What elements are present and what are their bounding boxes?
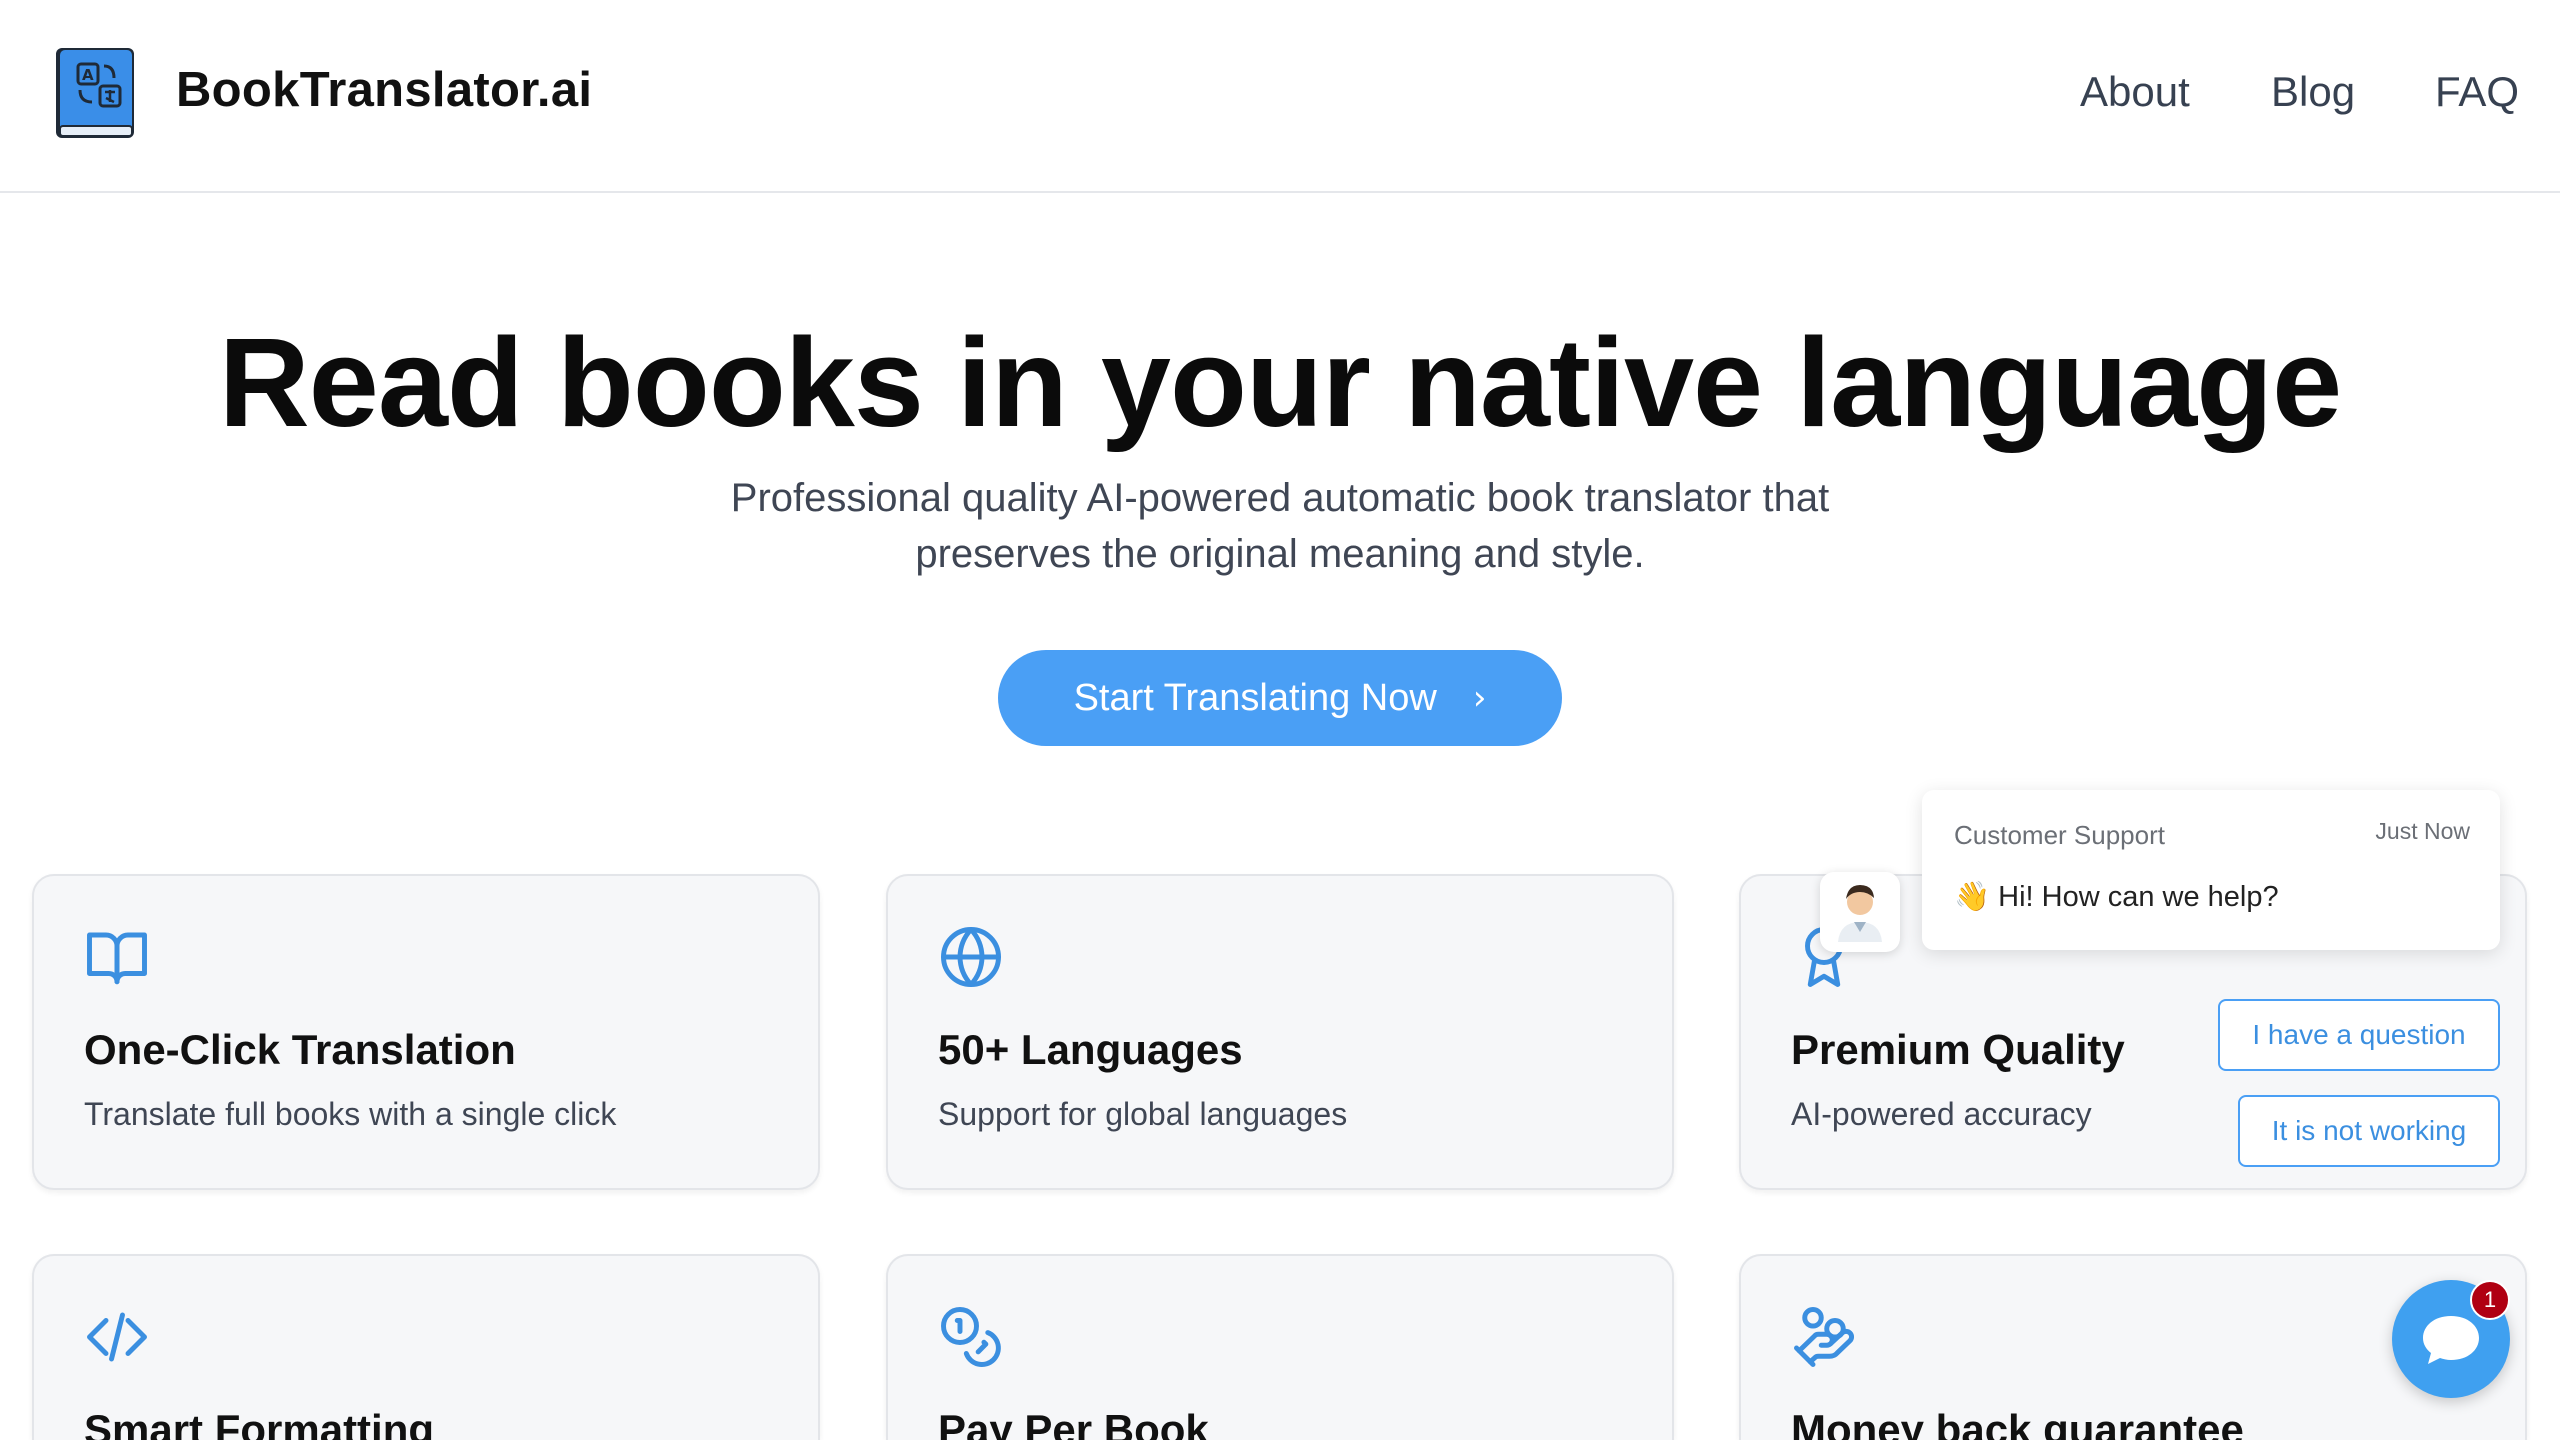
quick-reply-question-button[interactable]: I have a question — [2218, 999, 2500, 1071]
site-header: A BookTranslator.ai About Blog FAQ — [0, 0, 2560, 193]
feature-title: Premium Quality — [1791, 1026, 2125, 1073]
chat-sender: Customer Support — [1954, 820, 2165, 850]
chat-greeting-bubble[interactable]: Customer Support Just Now 👋 Hi! How can … — [1922, 790, 2500, 950]
feature-title: Money back guarantee — [1791, 1406, 2244, 1440]
feature-description: Translate full books with a single click — [84, 1096, 617, 1132]
start-translating-button[interactable]: Start Translating Now › — [998, 650, 1562, 746]
feature-description: AI-powered accuracy — [1791, 1096, 2092, 1132]
hero-subtitle-line-1: Professional quality AI-powered automati… — [730, 476, 1830, 520]
hero-subtitle-line-2: preserves the original meaning and style… — [915, 532, 1645, 576]
book-translate-logo-icon[interactable]: A — [54, 46, 138, 144]
code-icon — [87, 1312, 147, 1362]
nav-faq-link[interactable]: FAQ — [2435, 68, 2519, 116]
feature-title: Smart Formatting — [84, 1406, 435, 1440]
quick-reply-not-working-button[interactable]: It is not working — [2238, 1095, 2500, 1167]
book-open-icon — [87, 932, 147, 985]
chevron-right-icon: › — [1472, 678, 1487, 718]
feature-title: One-Click Translation — [84, 1026, 516, 1073]
feature-card-formatting: Smart Formatting — [32, 1254, 820, 1440]
feature-description: Support for global languages — [938, 1096, 1348, 1132]
feature-card-pay-per-book: Pay Per Book — [886, 1254, 1674, 1440]
brand-name[interactable]: BookTranslator.ai — [176, 62, 592, 118]
hero-title: Read books in your native language — [218, 312, 2342, 453]
feature-card-one-click: One-Click Translation Translate full boo… — [32, 874, 820, 1190]
cta-label: Start Translating Now — [1073, 676, 1437, 719]
feature-title: Pay Per Book — [938, 1406, 1209, 1440]
feature-card-languages: 50+ Languages Support for global languag… — [886, 874, 1674, 1190]
chat-message: 👋 Hi! How can we help? — [1954, 881, 2279, 913]
support-agent-avatar — [1820, 872, 1900, 952]
hand-coins-icon — [1794, 1307, 1855, 1367]
feature-title: 50+ Languages — [938, 1026, 1243, 1073]
unread-count-badge: 1 — [2470, 1280, 2510, 1320]
chat-timestamp: Just Now — [2375, 818, 2470, 844]
globe-icon — [941, 927, 1001, 987]
nav-about-link[interactable]: About — [2080, 68, 2190, 116]
agent-avatar-icon — [1838, 885, 1882, 942]
nav-blog-link[interactable]: Blog — [2271, 68, 2355, 116]
coins-icon — [941, 1307, 1001, 1367]
hero-subtitle: Professional quality AI-powered automati… — [640, 470, 1920, 582]
svg-text:A: A — [82, 66, 94, 84]
